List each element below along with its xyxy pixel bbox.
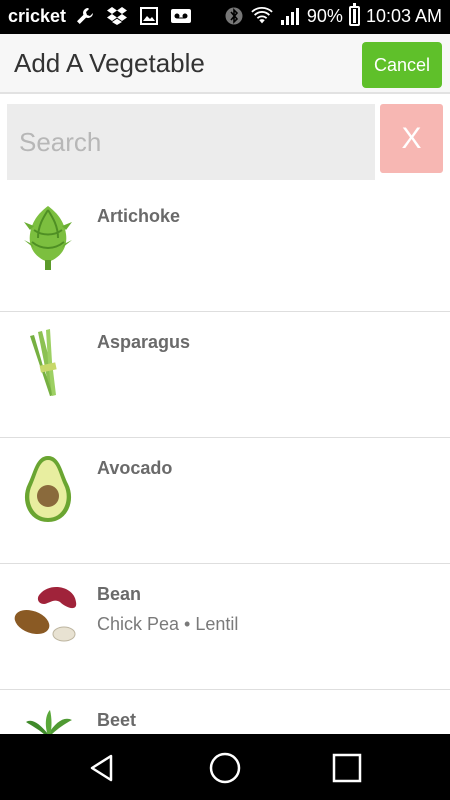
avocado-icon <box>10 452 86 528</box>
navigation-bar <box>0 734 450 800</box>
recents-icon[interactable] <box>327 748 367 788</box>
wrench-icon <box>74 5 96 27</box>
app-header: Add A Vegetable Cancel <box>0 34 450 94</box>
vegetable-name: Beet <box>97 710 137 730</box>
beet-icon <box>10 704 86 734</box>
page-title: Add A Vegetable <box>14 48 205 78</box>
bluetooth-icon <box>223 5 245 27</box>
clear-search-button[interactable]: X <box>380 104 443 173</box>
voicemail-icon <box>170 5 192 27</box>
search-input[interactable] <box>7 104 375 180</box>
battery-percent: 90% <box>306 5 343 26</box>
bean-icon <box>10 578 86 654</box>
list-item-avocado[interactable]: Avocado <box>0 438 450 564</box>
clock: 10:03 AM <box>365 5 442 26</box>
dropbox-icon <box>106 5 128 27</box>
vegetable-subtitle: Chick Pea • Lentil <box>97 614 239 634</box>
status-bar: cricket 90% 10:03 AM <box>0 0 450 34</box>
vegetable-name: Avocado <box>97 458 173 478</box>
vegetable-name: Artichoke <box>97 206 181 226</box>
carrier-name: cricket <box>8 6 67 26</box>
search-bar: X <box>0 100 450 187</box>
vegetable-name: Asparagus <box>97 332 191 352</box>
list-item-asparagus[interactable]: Asparagus <box>0 312 450 438</box>
vegetable-name: Bean <box>97 584 142 604</box>
list-item-artichoke[interactable]: Artichoke <box>0 186 450 312</box>
home-icon[interactable] <box>205 748 245 788</box>
artichoke-icon <box>10 200 86 276</box>
asparagus-icon <box>10 326 86 402</box>
image-icon <box>138 5 160 27</box>
wifi-icon <box>251 5 273 27</box>
back-icon[interactable] <box>82 748 122 788</box>
list-item-bean[interactable]: Bean Chick Pea • Lentil <box>0 564 450 690</box>
vegetable-list: Artichoke Asparagus Avocado Bean Chick P… <box>0 186 450 734</box>
list-item-beet[interactable]: Beet <box>0 690 450 734</box>
cancel-button[interactable]: Cancel <box>362 42 442 88</box>
battery-icon <box>348 3 360 26</box>
signal-icon <box>279 5 301 27</box>
